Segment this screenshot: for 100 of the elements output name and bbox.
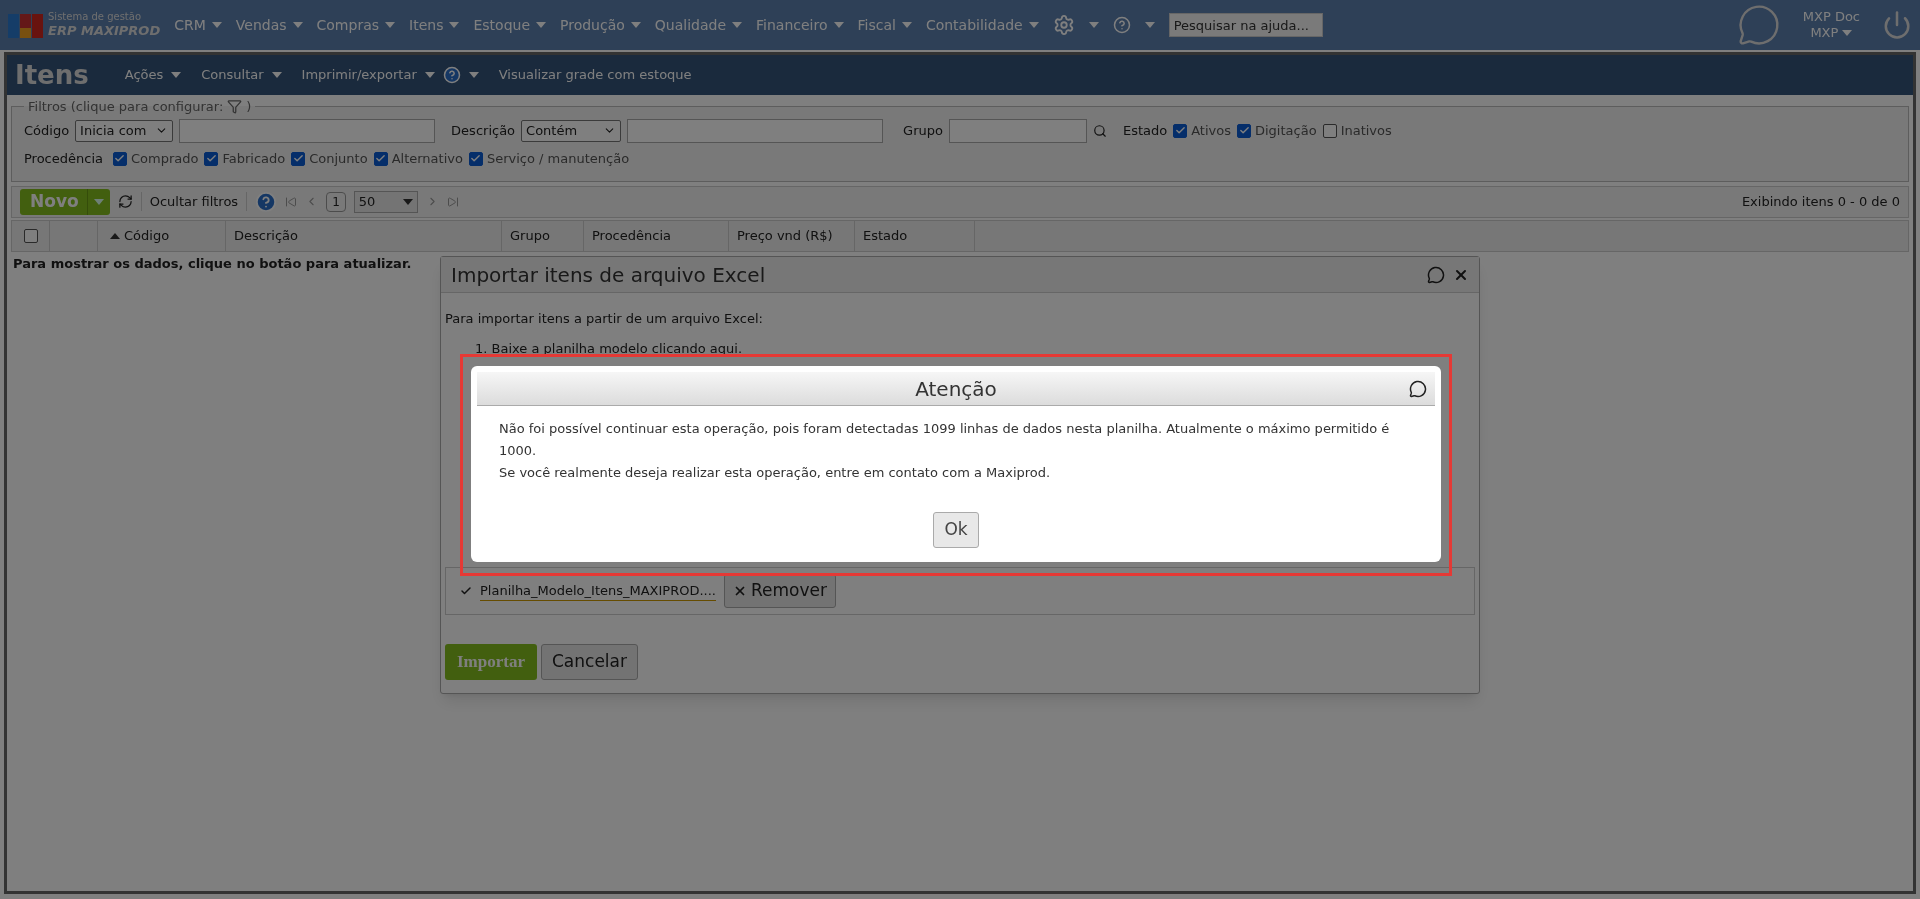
page-title: Itens	[15, 58, 89, 92]
check-icon	[460, 585, 472, 597]
empty-message: Para mostrar os dados, clique no botão para atualizar.	[13, 254, 413, 273]
help-icon[interactable]	[1112, 16, 1131, 34]
page-menu[interactable]: Consultar	[201, 65, 282, 85]
page-number[interactable]: 1	[326, 191, 346, 212]
column-header[interactable]: Código	[98, 220, 226, 251]
alert-message: Se você realmente deseja realizar esta operação, entre em contato com a Maxiprod.	[499, 464, 1052, 482]
caret-icon	[385, 22, 396, 28]
logo-title: ERP MAXIPROD	[48, 23, 161, 40]
field-label: Procedência	[24, 149, 103, 168]
checkbox[interactable]	[1322, 123, 1337, 138]
first-page-icon[interactable]	[285, 195, 298, 208]
caret-icon	[93, 198, 104, 205]
checkbox[interactable]	[1173, 123, 1188, 138]
step-text: 1. Baixe a planilha modelo clicando aqui.	[475, 339, 744, 358]
search-icon[interactable]	[1092, 123, 1107, 138]
alert-title: Atenção	[915, 375, 997, 403]
hide-filters-button[interactable]: Ocultar filtros	[140, 191, 248, 212]
caret-icon	[1028, 22, 1039, 28]
caret-icon	[468, 72, 479, 78]
dialog-intro: Para importar itens a partir de um arquivo Excel:	[445, 310, 764, 328]
menu-item[interactable]: Itens	[409, 14, 460, 36]
field-label: Código	[24, 121, 70, 140]
menu-item[interactable]: CRM	[174, 14, 222, 36]
download-link[interactable]: clicando aqui.	[651, 340, 743, 356]
menu-item[interactable]: Produção	[560, 14, 641, 36]
remove-button[interactable]: Remover	[724, 574, 836, 608]
menu-item[interactable]: Qualidade	[654, 14, 743, 36]
company-menu[interactable]: MXP	[1810, 25, 1853, 42]
select-all-checkbox[interactable]	[23, 228, 38, 243]
help-icon[interactable]	[255, 190, 278, 213]
column-header[interactable]: Estado	[855, 220, 975, 251]
caret-icon	[1144, 22, 1155, 28]
file-name[interactable]: Planilha_Modelo_Itens_MAXIPROD....	[480, 580, 716, 602]
sort-icon	[110, 232, 120, 239]
settings-icon[interactable]	[1052, 14, 1075, 36]
help-icon[interactable]	[442, 66, 461, 84]
caret-icon	[630, 22, 641, 28]
ok-button[interactable]: Ok	[933, 512, 979, 548]
checkbox-label: Ativos	[1191, 121, 1231, 140]
column-header[interactable]: Descrição	[226, 220, 502, 251]
cancel-button[interactable]: Cancelar	[541, 644, 638, 680]
comment-icon[interactable]	[1409, 379, 1427, 398]
chat-icon[interactable]	[1736, 3, 1781, 47]
last-page-icon[interactable]	[446, 195, 459, 208]
power-icon[interactable]	[1882, 10, 1912, 40]
filters-legend[interactable]: Filtros (clique para configurar:	[28, 97, 224, 117]
page-menu[interactable]: Imprimir/exportar	[301, 65, 479, 85]
caret-icon	[292, 22, 303, 28]
checkbox[interactable]	[113, 151, 127, 166]
filter-icon[interactable]	[227, 99, 243, 115]
menu-item[interactable]: Contabilidade	[925, 14, 1039, 36]
caret-icon	[271, 72, 282, 78]
checkbox-label: Fabricado	[222, 149, 286, 168]
checkbox[interactable]	[1237, 123, 1251, 138]
field-label: Descrição	[451, 121, 516, 140]
refresh-icon[interactable]	[117, 194, 133, 209]
search-field[interactable]: Pesquisar na ajuda...	[1168, 13, 1323, 37]
caret-icon	[171, 72, 182, 78]
column-header[interactable]: Grupo	[502, 220, 584, 251]
field-label: Grupo	[903, 121, 943, 140]
menu-item[interactable]: Fiscal	[857, 14, 912, 36]
dialog-title: Importar itens de arquivo Excel	[451, 261, 766, 289]
caret-icon	[536, 22, 546, 28]
checkbox-label: Comprado	[131, 149, 199, 168]
column-header[interactable]: Procedência	[584, 220, 729, 251]
checkbox[interactable]	[373, 151, 388, 166]
operator-select[interactable]: Contém	[521, 119, 622, 142]
page-menu[interactable]: Ações	[124, 65, 182, 85]
user-name: MXP Doc	[1802, 8, 1860, 25]
caret-icon	[1088, 22, 1099, 28]
checkbox-label: Serviço / manutenção	[486, 149, 630, 168]
menu-item[interactable]: Estoque	[473, 14, 546, 36]
page-menu[interactable]: Visualizar grade com estoque	[498, 65, 692, 85]
caret-icon	[424, 72, 435, 78]
menu-item[interactable]: Financeiro	[756, 14, 844, 36]
caret-icon	[1842, 30, 1853, 37]
checkbox[interactable]	[204, 151, 219, 166]
checkbox[interactable]	[291, 151, 306, 166]
operator-select[interactable]: Inicia com	[75, 119, 174, 142]
alert-message: Não foi possível continuar esta operação, pois foram detectadas 1099 linhas de dados nesta planilha. Atualmente o máximo permitido é 1000.	[499, 420, 1391, 460]
caret-icon	[732, 22, 743, 28]
filters-legend-end: )	[246, 98, 252, 116]
checkbox-label: Conjunto	[309, 149, 368, 168]
checkbox-label: Alternativo	[391, 149, 463, 168]
menu-item[interactable]: Vendas	[235, 14, 303, 36]
descricao-field[interactable]	[627, 118, 884, 143]
column-header[interactable]: Preço vnd (R$)	[729, 220, 855, 251]
checkbox[interactable]	[468, 151, 483, 166]
caret-icon	[211, 22, 222, 28]
page-size-select[interactable]: 50	[353, 190, 418, 213]
record-count: Exibindo itens 0 - 0 de 0	[1741, 192, 1900, 211]
caret-icon	[402, 198, 413, 205]
grupo-field[interactable]	[948, 118, 1087, 143]
field-label: Estado	[1122, 121, 1168, 140]
menu-item[interactable]: Compras	[316, 14, 396, 36]
codigo-field[interactable]	[179, 118, 436, 143]
checkbox-label: Digitação	[1255, 121, 1317, 140]
caret-icon	[833, 22, 844, 28]
